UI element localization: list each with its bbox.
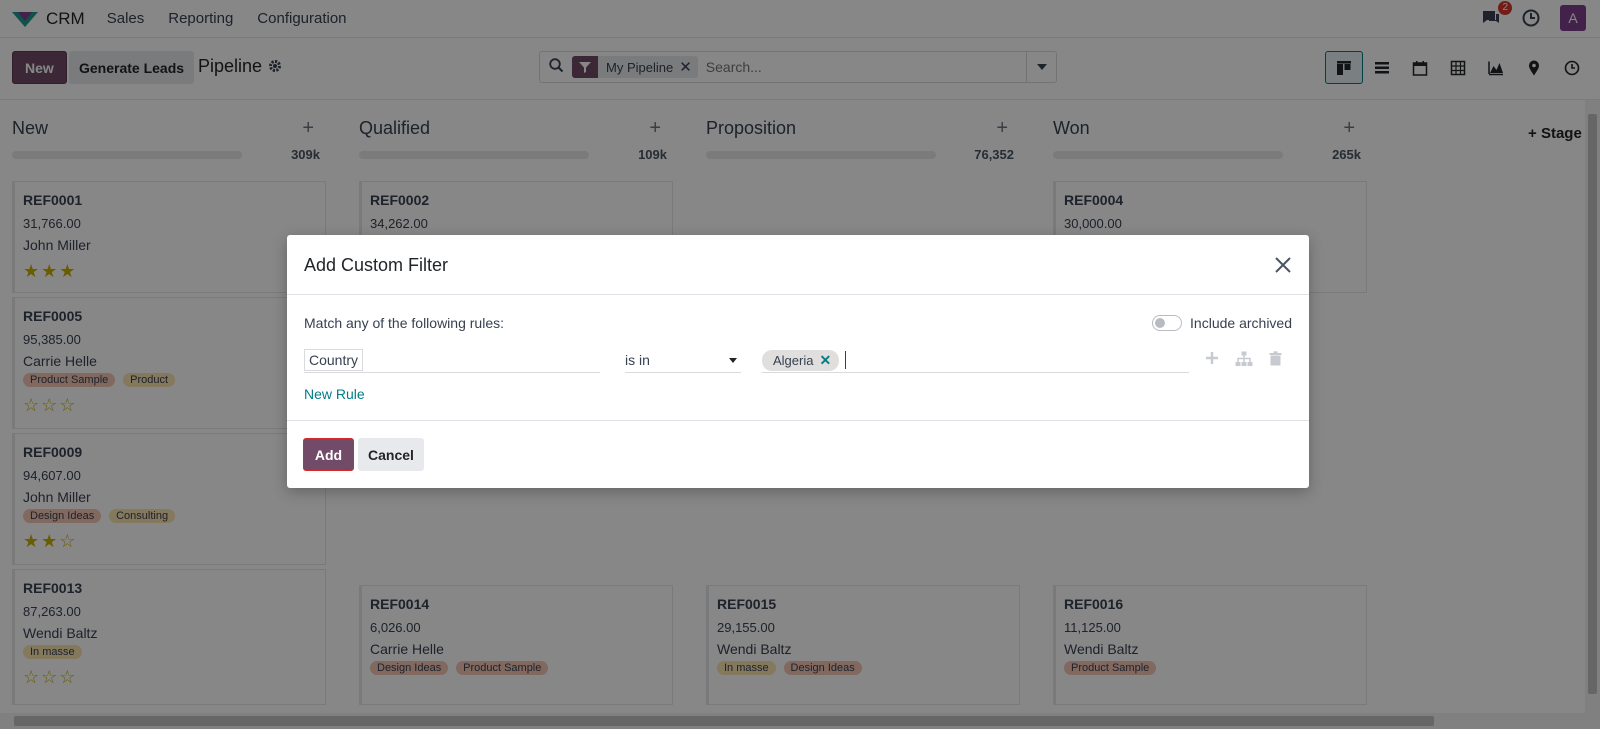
value-input[interactable]: Algeria ✕	[762, 348, 1189, 373]
chevron-down-icon	[729, 357, 737, 363]
cancel-button[interactable]: Cancel	[358, 438, 424, 471]
value-tag: Algeria ✕	[762, 349, 840, 371]
modal-footer: Add Cancel	[287, 421, 1309, 487]
rule-actions	[1205, 351, 1282, 370]
include-archived-label: Include archived	[1190, 315, 1292, 331]
remove-tag-icon[interactable]: ✕	[819, 352, 831, 369]
new-rule-link[interactable]: New Rule	[304, 386, 365, 402]
modal-title: Add Custom Filter	[304, 255, 449, 275]
close-icon[interactable]	[1273, 255, 1293, 275]
modal-body: Match any of the following rules: Includ…	[287, 295, 1309, 421]
add-custom-filter-dialog: Add Custom Filter Match any of the follo…	[287, 235, 1309, 488]
modal-header: Add Custom Filter	[287, 235, 1309, 295]
operator-value: is in	[625, 352, 650, 368]
delete-rule-icon[interactable]	[1269, 351, 1282, 370]
field-path-selector[interactable]: Country	[304, 348, 600, 373]
field-path-value: Country	[304, 349, 364, 371]
value-tag-label: Algeria	[773, 352, 814, 368]
include-archived-control[interactable]: Include archived	[1152, 315, 1292, 331]
filter-rule-row: Country is in Algeria ✕	[304, 348, 1292, 378]
include-archived-toggle[interactable]	[1152, 315, 1183, 331]
add-branch-icon[interactable]	[1235, 351, 1253, 370]
add-rule-icon[interactable]	[1205, 351, 1219, 370]
match-rules-label: Match any of the following rules:	[304, 315, 504, 331]
operator-select[interactable]: is in	[625, 348, 741, 373]
text-caret	[845, 351, 847, 369]
add-button[interactable]: Add	[303, 438, 354, 471]
